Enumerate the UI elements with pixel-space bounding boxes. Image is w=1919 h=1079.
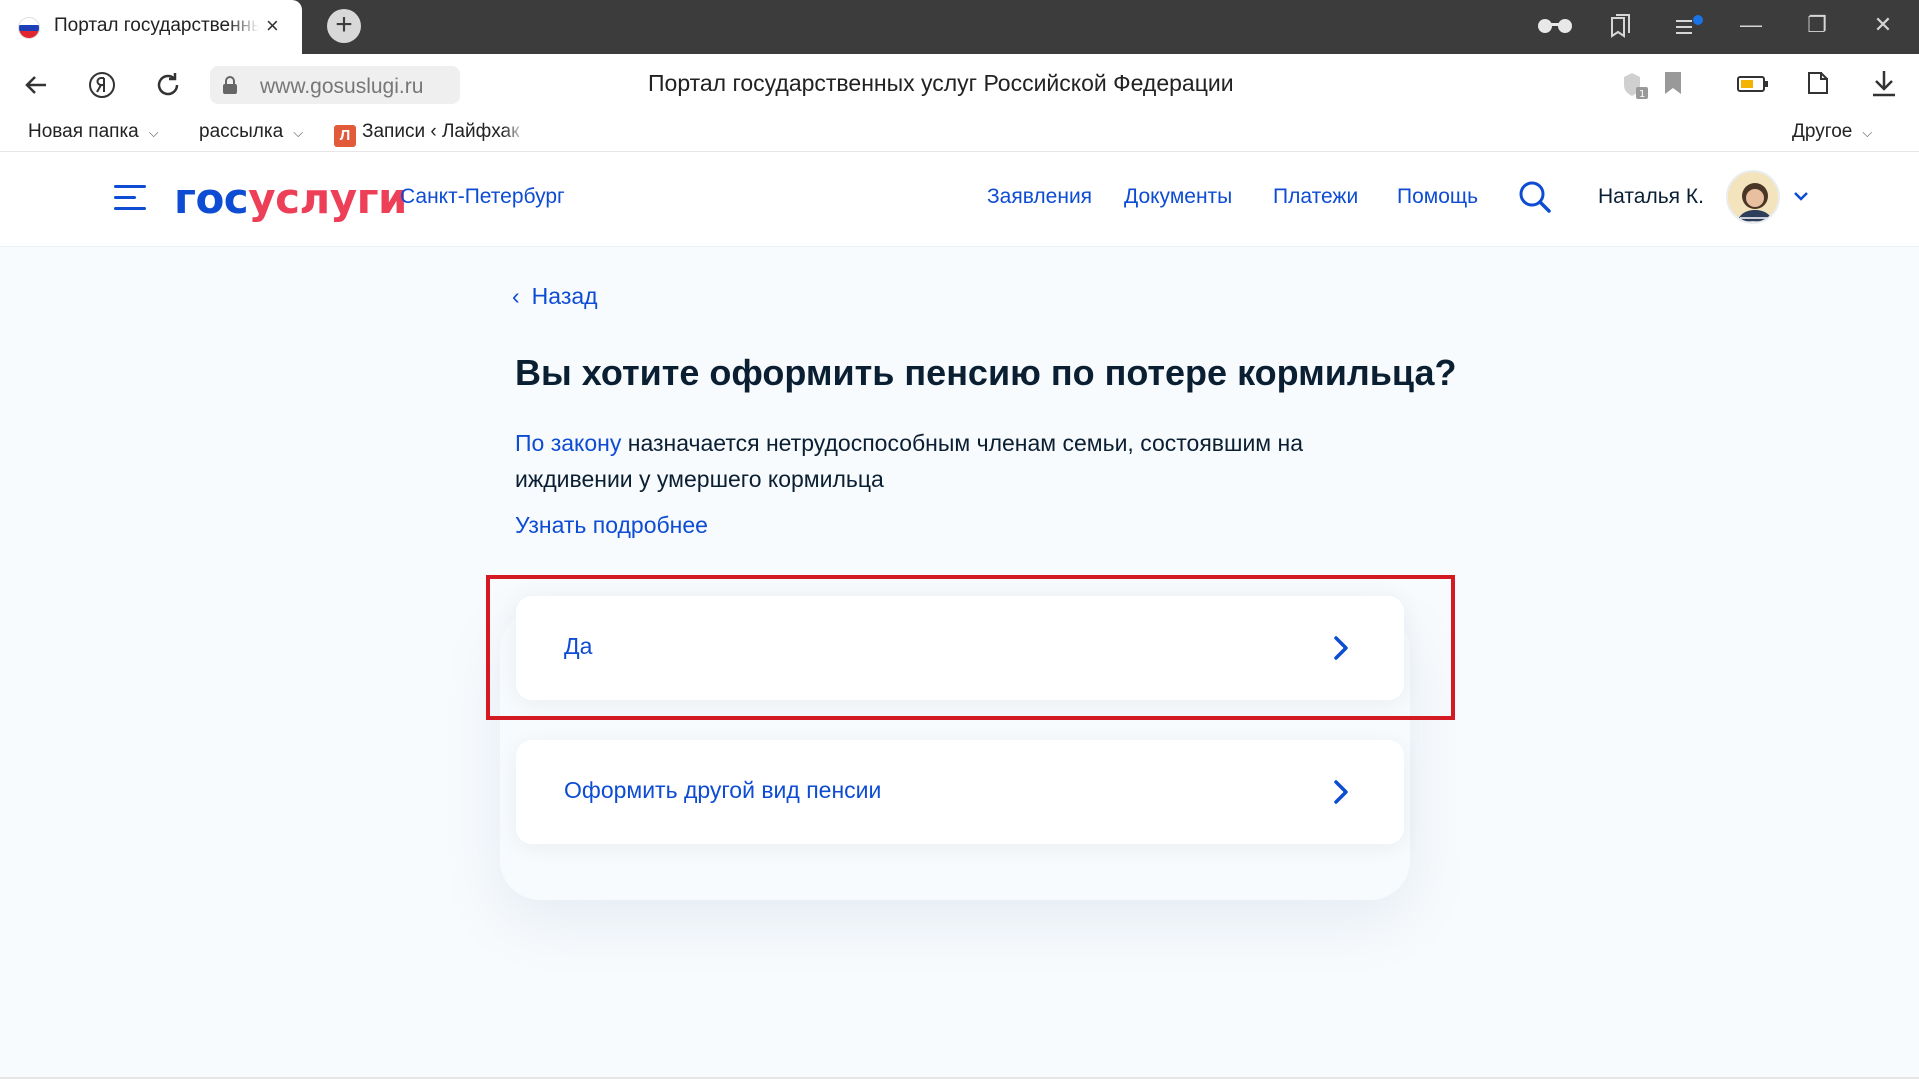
chevron-down-icon: ⌵	[148, 125, 159, 140]
bookmark-lifehacker[interactable]: Л Записи ‹ Лайфхак	[334, 121, 526, 147]
bookmark-folder-new[interactable]: Новая папка ⌵	[28, 121, 159, 143]
gosuslugi-logo[interactable]: госуслуги	[174, 174, 407, 223]
russia-flag-icon	[18, 17, 40, 39]
chevron-down-icon[interactable]	[1790, 185, 1812, 207]
highlight-frame	[486, 575, 1455, 720]
bookmark-icon[interactable]	[1662, 70, 1684, 96]
logo-part-uslugi: услуги	[248, 174, 407, 223]
extensions-icon[interactable]	[1804, 68, 1834, 98]
bookmark-label: Новая папка	[28, 121, 139, 142]
user-name[interactable]: Наталья К.	[1598, 185, 1704, 209]
choice-other-pension[interactable]: Оформить другой вид пенсии	[516, 740, 1404, 844]
reload-icon[interactable]	[152, 69, 184, 101]
lock-icon	[220, 75, 240, 95]
collections-icon[interactable]	[1608, 14, 1632, 40]
law-link[interactable]: По закону	[515, 430, 621, 456]
back-link[interactable]: ‹ Назад	[512, 283, 598, 310]
chevron-left-icon: ‹	[512, 283, 520, 309]
chevron-down-icon: ⌵	[293, 125, 304, 140]
url-field[interactable]: www.gosuslugi.ru	[210, 66, 460, 104]
bookmark-label: Другое	[1792, 121, 1853, 142]
download-icon[interactable]	[1870, 68, 1898, 98]
battery-icon[interactable]	[1737, 74, 1769, 94]
menu-icon[interactable]	[1674, 14, 1706, 40]
nav-applications[interactable]: Заявления	[987, 185, 1092, 209]
description: По закону назначается нетрудоспособным ч…	[515, 425, 1375, 497]
user-avatar[interactable]	[1726, 170, 1780, 224]
chevron-right-icon	[1326, 776, 1356, 808]
new-tab-button[interactable]: +	[327, 9, 361, 43]
back-label: Назад	[531, 283, 598, 309]
other-bookmarks[interactable]: Другое ⌵	[1792, 121, 1872, 143]
description-text: назначается нетрудоспособным членам семь…	[515, 430, 1303, 492]
search-icon[interactable]	[1515, 177, 1555, 217]
region-selector[interactable]: Санкт-Петербург	[400, 185, 565, 209]
nav-help[interactable]: Помощь	[1397, 185, 1478, 209]
lifehacker-favicon-icon: Л	[334, 125, 356, 147]
address-bar: www.gosuslugi.ru Портал государственных …	[0, 54, 1919, 114]
bookmark-label: рассылка	[199, 121, 284, 142]
tab-title: Портал государственных услуг	[54, 15, 259, 36]
chevron-down-icon: ⌵	[1862, 125, 1873, 140]
nav-payments[interactable]: Платежи	[1273, 185, 1358, 209]
nav-documents[interactable]: Документы	[1124, 185, 1232, 209]
minimize-button[interactable]: —	[1734, 12, 1768, 38]
back-arrow-icon[interactable]	[20, 69, 52, 101]
browser-tab-bar: Портал государственных услуг × + — ❐ ✕	[0, 0, 1919, 54]
restore-button[interactable]: ❐	[1800, 12, 1834, 38]
close-window-button[interactable]: ✕	[1866, 12, 1900, 38]
reader-mode-icon[interactable]	[1536, 16, 1574, 36]
hamburger-menu-icon[interactable]	[114, 185, 146, 211]
choice-label: Оформить другой вид пенсии	[564, 777, 882, 803]
bookmark-label: Записи ‹ Лайфхак	[362, 121, 520, 142]
bookmark-folder-mailing[interactable]: рассылка ⌵	[199, 121, 303, 143]
browser-tab[interactable]: Портал государственных услуг ×	[0, 0, 302, 54]
bookmarks-bar: Новая папка ⌵ рассылка ⌵ Л Записи ‹ Лайфхак…	[0, 114, 1919, 152]
url-text: www.gosuslugi.ru	[260, 75, 424, 98]
protect-icon[interactable]: 1	[1622, 70, 1650, 100]
tab-close-button[interactable]: ×	[266, 13, 279, 39]
page-title: Портал государственных услуг Российской …	[648, 70, 1234, 96]
learn-more-link[interactable]: Узнать подробнее	[515, 512, 708, 539]
site-header: госуслуги Санкт-Петербург Заявления Доку…	[0, 152, 1919, 247]
yandex-icon[interactable]	[86, 69, 118, 101]
page-heading: Вы хотите оформить пенсию по потере корм…	[515, 352, 1457, 393]
logo-part-gos: гос	[174, 174, 249, 223]
svg-text:1: 1	[1639, 89, 1645, 100]
